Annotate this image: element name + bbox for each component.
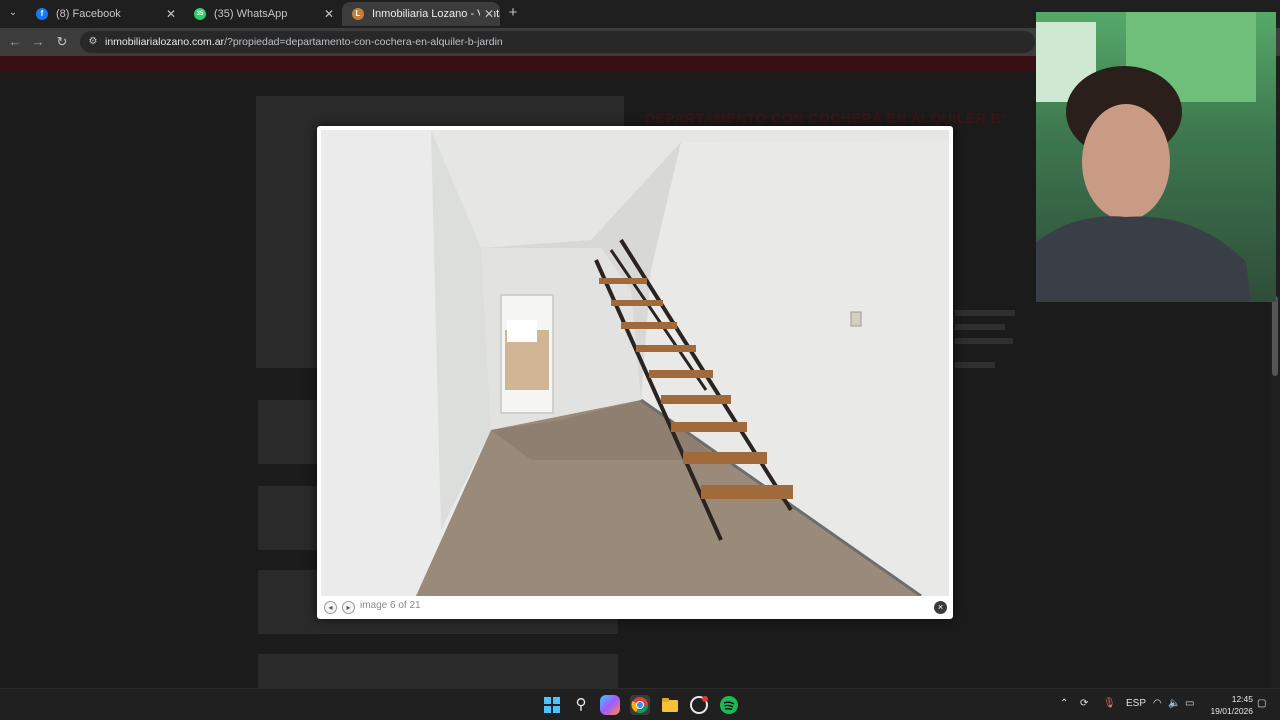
sync-icon[interactable]: ⟳ [1080, 698, 1088, 709]
tab-title: (35) WhatsApp [214, 8, 288, 20]
image-counter: image 6 of 21 [360, 600, 421, 611]
language-indicator[interactable]: ESP [1126, 698, 1146, 709]
tab-facebook[interactable]: f (8) Facebook ✕ [26, 2, 182, 26]
tab-inmobiliaria-lozano[interactable]: L Inmobiliaria Lozano - Venta y Al ✕ [342, 2, 500, 26]
close-tab-icon[interactable]: ✕ [324, 2, 334, 26]
prev-image-button[interactable]: ◂ [324, 601, 337, 614]
obs-icon[interactable] [689, 695, 709, 715]
battery-icon[interactable]: ▭ [1185, 698, 1194, 709]
url-host: inmobiliarialozano.com.ar [105, 36, 225, 48]
microphone-icon[interactable]: 🎙 [1103, 698, 1116, 709]
whatsapp-icon: 35 [194, 8, 206, 20]
spotify-icon[interactable] [719, 695, 739, 715]
clock-date: 19/01/2026 [1210, 706, 1253, 716]
scrollbar-thumb[interactable] [1272, 296, 1278, 376]
thumbnail-row[interactable] [258, 654, 618, 688]
site-info-icon[interactable]: ⚙ [86, 35, 100, 49]
notifications-icon[interactable]: ▢ [1257, 698, 1266, 709]
tab-whatsapp[interactable]: 35 (35) WhatsApp ✕ [184, 2, 340, 26]
windows-start-icon[interactable] [542, 695, 562, 715]
chrome-icon[interactable] [630, 695, 650, 715]
clock-time: 12:45 [1231, 694, 1253, 704]
close-lightbox-button[interactable]: × [934, 601, 947, 614]
windows-taskbar: ⚲ ⌃ ⟳ 🎙 ESP ◠ 🔈 ▭ 12:45 19/01/2026 ▢ [0, 688, 1280, 720]
show-hidden-icons-icon[interactable]: ⌃ [1060, 698, 1068, 709]
new-tab-button[interactable]: + [504, 4, 522, 22]
lozano-site-icon: L [352, 8, 364, 20]
close-tab-icon[interactable]: ✕ [166, 2, 176, 26]
next-image-button[interactable]: ▸ [342, 601, 355, 614]
stairway-photo [321, 130, 949, 596]
file-explorer-icon[interactable] [660, 695, 680, 715]
lightbox-footer: ◂ ▸ image 6 of 21 × [317, 596, 953, 619]
url-path: /?propiedad=departamento-con-cochera-en-… [224, 36, 503, 48]
tab-search-icon[interactable]: ⌄ [4, 4, 22, 22]
forward-button[interactable]: → [29, 33, 47, 51]
description-text [955, 324, 1005, 330]
facebook-icon: f [36, 8, 48, 20]
description-text [955, 362, 995, 368]
system-clock[interactable]: 12:45 19/01/2026 [1203, 693, 1253, 717]
description-text [955, 310, 1015, 316]
reload-button[interactable]: ↻ [53, 33, 71, 51]
streamer-camera-image [1036, 12, 1256, 302]
volume-icon[interactable]: 🔈 [1168, 698, 1180, 709]
close-tab-icon[interactable]: ✕ [479, 2, 494, 26]
url-text: inmobiliarialozano.com.ar/?propiedad=dep… [105, 31, 503, 53]
search-icon[interactable]: ⚲ [571, 695, 591, 715]
webcam-overlay [1036, 12, 1276, 302]
copilot-icon[interactable] [600, 695, 620, 715]
description-text [955, 338, 1013, 344]
tab-title: (8) Facebook [56, 8, 121, 20]
property-photo [321, 130, 949, 596]
image-lightbox: ◂ ▸ image 6 of 21 × [317, 126, 953, 619]
address-bar[interactable]: ⚙ inmobiliarialozano.com.ar/?propiedad=d… [80, 31, 1035, 53]
property-title: DEPARTAMENTO CON COCHERA EN ALQUILER B° [645, 110, 1008, 126]
back-button[interactable]: ← [6, 33, 24, 51]
wifi-icon[interactable]: ◠ [1153, 698, 1162, 709]
